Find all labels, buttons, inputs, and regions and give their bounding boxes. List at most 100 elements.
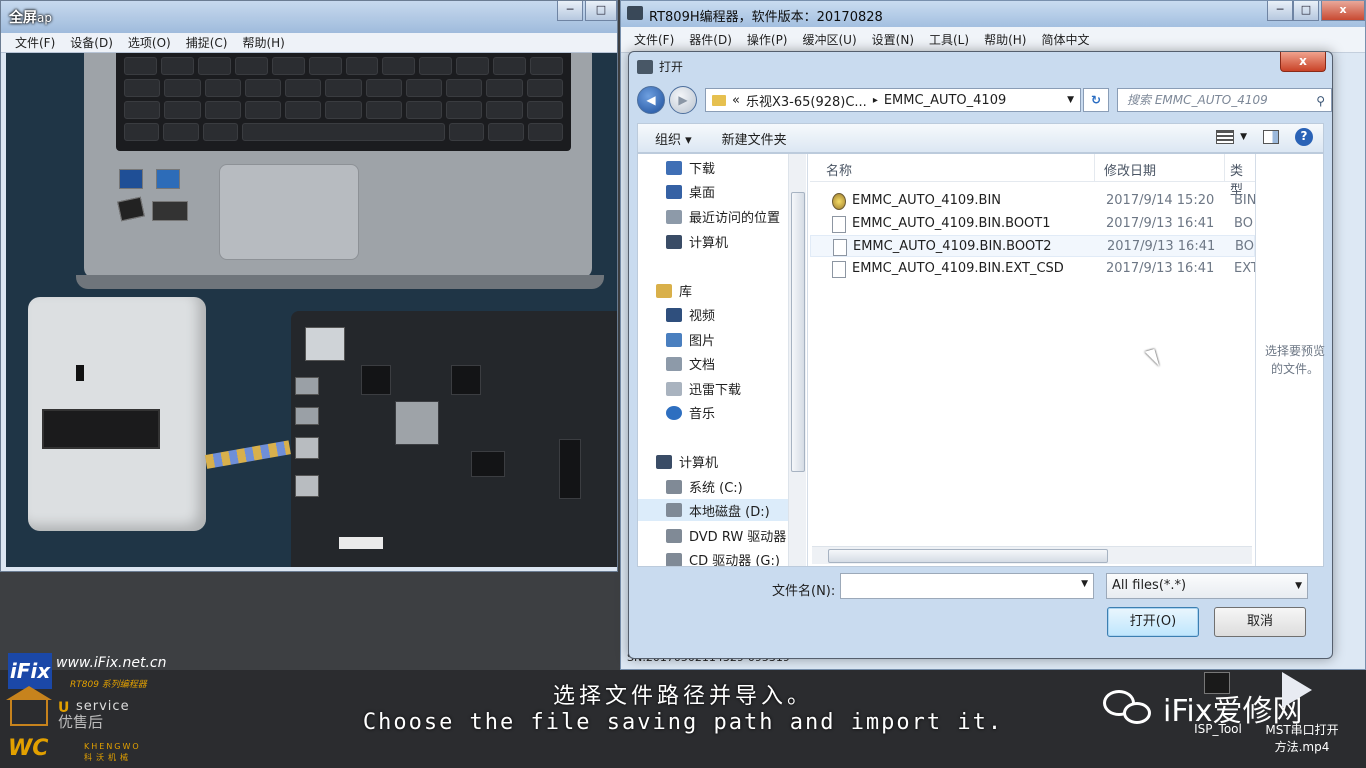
open-button[interactable]: 打开(O) — [1107, 607, 1199, 637]
column-date[interactable]: 修改日期 — [1104, 160, 1156, 179]
minimize-button[interactable]: ─ — [557, 1, 583, 21]
desktop-icon-label[interactable]: MST串口打开方法.mp4 — [1262, 722, 1342, 756]
preview-placeholder: 选择要预览的文件。 — [1264, 344, 1325, 376]
menu-options[interactable]: 选项(O) — [128, 34, 171, 51]
menu-file[interactable]: 文件(F) — [634, 31, 674, 48]
maximize-button[interactable]: □ — [1293, 1, 1319, 21]
nav-item-cd-drive[interactable]: CD 驱动器 (G:) — [666, 550, 780, 566]
search-icon: ⚲ — [1316, 94, 1325, 108]
drive-icon — [666, 479, 682, 494]
close-button[interactable]: x — [1280, 52, 1326, 72]
file-row[interactable]: EMMC_AUTO_4109.BIN 2017/9/14 15:20 BIN — [810, 190, 1256, 212]
desktop-icon — [666, 184, 682, 199]
nav-item-desktop[interactable]: 桌面 — [666, 182, 715, 201]
nav-item-computer[interactable]: 计算机 — [656, 452, 718, 471]
menu-settings[interactable]: 设置(N) — [872, 31, 914, 48]
library-icon — [656, 283, 672, 298]
menu-capture[interactable]: 捕捉(C) — [186, 34, 228, 51]
dvd-drive-icon — [666, 528, 682, 543]
menu-device[interactable]: 器件(D) — [689, 31, 732, 48]
menu-tools[interactable]: 工具(L) — [929, 31, 969, 48]
horizontal-scrollbar[interactable] — [812, 546, 1252, 564]
amcap-window: 全屏ap ─ □ 文件(F) 设备(D) 选项(O) 捕捉(C) 帮助(H) — [0, 0, 618, 572]
video-icon — [666, 307, 682, 322]
organize-button[interactable]: 组织 ▾ — [655, 129, 692, 148]
downloads-icon — [666, 160, 682, 175]
forward-button[interactable]: ▶ — [669, 86, 697, 114]
app-icon — [627, 6, 643, 20]
column-headers: 名称 修改日期 类型 — [810, 154, 1255, 198]
download-folder-icon — [666, 381, 682, 396]
menu-operation[interactable]: 操作(P) — [747, 31, 788, 48]
mouse-cursor-icon — [1144, 348, 1160, 370]
maximize-button[interactable]: □ — [585, 1, 617, 21]
menu-help[interactable]: 帮助(H) — [984, 31, 1026, 48]
search-input[interactable]: 搜索 EMMC_AUTO_4109 ⚲ — [1117, 88, 1332, 112]
recent-places-icon — [666, 209, 682, 224]
menu-language[interactable]: 简体中文 — [1041, 31, 1089, 48]
nav-item-downloads[interactable]: 下载 — [666, 158, 715, 177]
isp-tool-icon[interactable] — [1204, 672, 1230, 694]
connector — [559, 439, 581, 499]
chip — [471, 451, 505, 477]
preview-pane-icon[interactable] — [1263, 130, 1279, 144]
nav-scrollbar[interactable] — [788, 154, 806, 566]
preview-pane: 选择要预览的文件。 — [1255, 154, 1325, 566]
document-icon — [666, 356, 682, 371]
close-button[interactable]: x — [1321, 1, 1365, 21]
music-icon — [666, 405, 682, 420]
nav-item-drive-c[interactable]: 系统 (C:) — [666, 477, 743, 496]
dialog-titlebar[interactable]: 打开 — [637, 58, 683, 75]
subtitle-english: Choose the file saving path and import i… — [362, 710, 1004, 735]
desktop-icon-label[interactable]: ISP_Tool — [1186, 722, 1250, 736]
file-row[interactable]: EMMC_AUTO_4109.BIN.BOOT1 2017/9/13 16:41 B… — [810, 213, 1255, 235]
nav-item-videos[interactable]: 视频 — [666, 305, 715, 324]
nav-item-dvd-drive[interactable]: DVD RW 驱动器 — [666, 526, 786, 545]
menu-help[interactable]: 帮助(H) — [242, 34, 284, 51]
cd-drive-icon — [666, 552, 682, 566]
file-row[interactable]: EMMC_AUTO_4109.BIN.BOOT2 2017/9/13 16:41 B… — [810, 235, 1255, 257]
chevron-down-icon[interactable]: ▼ — [1240, 132, 1247, 142]
menu-buffer[interactable]: 缓冲区(U) — [803, 31, 857, 48]
menu-device[interactable]: 设备(D) — [70, 34, 113, 51]
breadcrumb-separator[interactable]: ▸ — [873, 95, 878, 106]
scrollbar-thumb[interactable] — [828, 549, 1108, 563]
column-name[interactable]: 名称 — [826, 160, 852, 179]
nav-item-thunder[interactable]: 迅雷下载 — [666, 379, 741, 398]
nav-item-libraries[interactable]: 库 — [656, 281, 692, 300]
nav-item-pictures[interactable]: 图片 — [666, 330, 715, 349]
nav-item-computer[interactable]: 计算机 — [666, 232, 728, 251]
refresh-button[interactable]: ↻ — [1083, 88, 1109, 112]
breadcrumb-item[interactable]: 乐视X3-65(928)C... — [746, 91, 867, 110]
address-bar[interactable]: « 乐视X3-65(928)C... ▸ EMMC_AUTO_4109 ▼ — [705, 88, 1081, 112]
chevron-down-icon[interactable]: ▼ — [1081, 579, 1088, 589]
file-row[interactable]: EMMC_AUTO_4109.BIN.EXT_CSD 2017/9/13 16:4… — [810, 258, 1256, 280]
new-folder-button[interactable]: 新建文件夹 — [722, 129, 787, 148]
rt809h-titlebar[interactable]: RT809H编程器，软件版本：20170828 ─ □ x — [621, 1, 1365, 27]
breadcrumb-item[interactable]: EMMC_AUTO_4109 — [884, 93, 1006, 108]
video-file-icon[interactable] — [1282, 672, 1312, 708]
wc-subtitle-cn: 科沃机械 — [84, 753, 132, 762]
back-button[interactable]: ◀ — [637, 86, 665, 114]
app-icon — [637, 59, 653, 74]
chevron-down-icon[interactable]: ▼ — [1295, 574, 1302, 598]
scrollbar-thumb[interactable] — [791, 192, 805, 472]
nav-item-drive-d[interactable]: 本地磁盘 (D:) — [638, 499, 788, 521]
view-options-icon[interactable] — [1216, 130, 1235, 144]
minimize-button[interactable]: ─ — [1267, 1, 1293, 21]
filename-input[interactable]: ▼ — [840, 573, 1094, 599]
breadcrumb-overflow[interactable]: « — [732, 93, 740, 108]
menu-file[interactable]: 文件(F) — [15, 34, 55, 51]
programmer-led — [76, 365, 84, 381]
cancel-button[interactable]: 取消 — [1214, 607, 1306, 637]
help-icon[interactable]: ? — [1295, 128, 1313, 146]
nav-item-documents[interactable]: 文档 — [666, 354, 715, 373]
computer-icon — [666, 234, 682, 249]
file-type-select[interactable]: All files(*.*) ▼ — [1106, 573, 1308, 599]
computer-icon — [656, 454, 672, 469]
nav-item-music[interactable]: 音乐 — [666, 403, 715, 422]
amcap-title: 全屏ap — [9, 10, 52, 26]
nav-item-recent[interactable]: 最近访问的位置 — [666, 207, 780, 226]
amcap-titlebar[interactable]: 全屏ap ─ □ — [1, 1, 617, 33]
chevron-down-icon[interactable]: ▼ — [1067, 95, 1074, 105]
